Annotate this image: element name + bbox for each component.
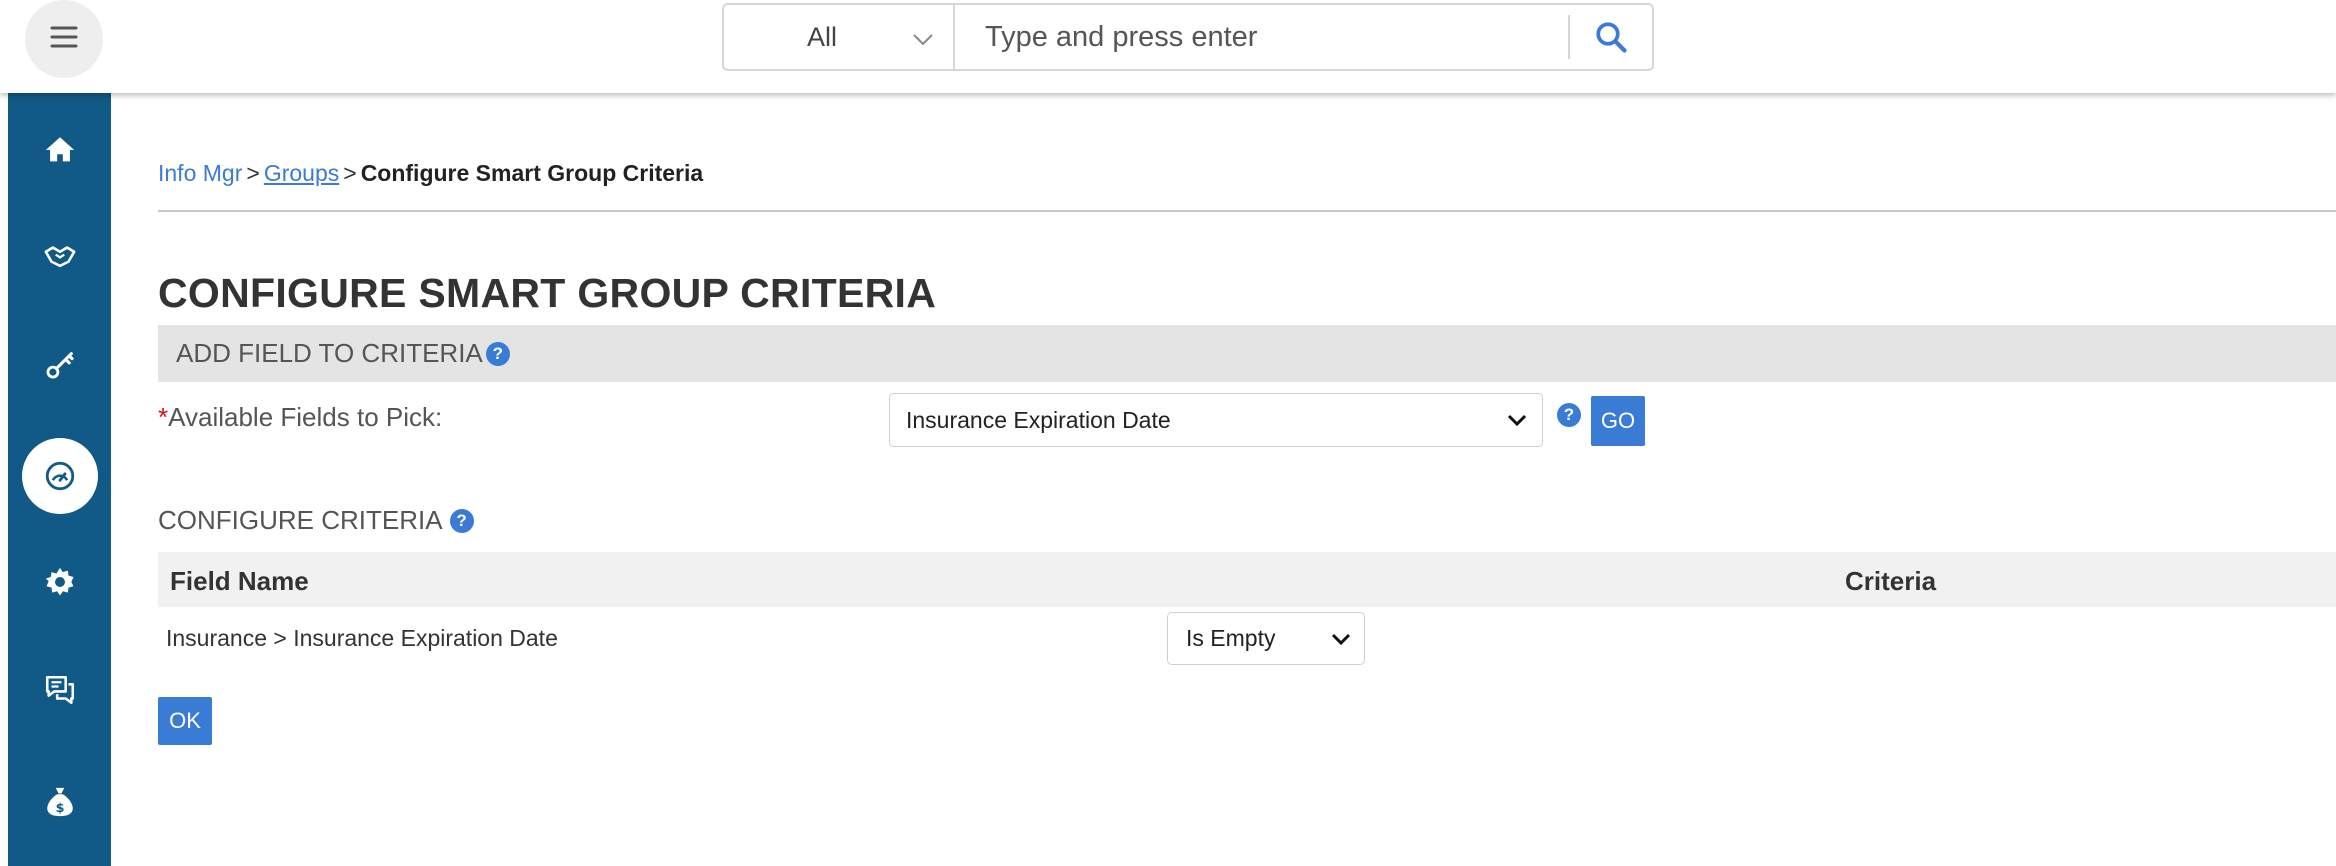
breadcrumb: Info Mgr > Groups > Configure Smart Group Cr… [158, 160, 703, 187]
sidebar-item-messages[interactable] [8, 650, 111, 730]
chevron-down-icon [1507, 414, 1527, 427]
handshake-icon [44, 246, 75, 268]
search-scope-value: All [807, 21, 838, 52]
search-placeholder: Type and press enter [985, 20, 1258, 53]
money-bag-icon: $ [46, 787, 73, 817]
available-fields-label-text: Available Fields to Pick: [168, 402, 443, 432]
column-header-criteria: Criteria [1845, 566, 1937, 596]
search-icon [1596, 22, 1627, 53]
page-title: CONFIGURE SMART GROUP CRITERIA [158, 270, 937, 316]
active-indicator [21, 438, 98, 514]
ok-button[interactable]: OK [158, 697, 212, 745]
search-input[interactable]: Type and press enter [955, 5, 1568, 69]
breadcrumb-current: Configure Smart Group Criteria [360, 160, 704, 186]
available-fields-value: Insurance Expiration Date [906, 406, 1171, 433]
add-field-section-header: ADD FIELD TO CRITERIA? [158, 325, 2336, 382]
sidebar-item-partners[interactable] [8, 216, 111, 296]
column-header-field-name: Field Name [170, 566, 309, 596]
sidebar-item-access[interactable] [8, 325, 111, 405]
sidebar-item-home[interactable] [8, 110, 111, 190]
sidebar-item-settings[interactable] [8, 542, 111, 622]
chevron-down-icon [1331, 633, 1351, 645]
breadcrumb-separator: > [343, 160, 357, 186]
configure-criteria-title-text: CONFIGURE CRITERIA [158, 505, 443, 535]
help-icon[interactable]: ? [1557, 403, 1581, 427]
hamburger-icon [46, 19, 82, 60]
criteria-table-header: Field Name Criteria [158, 552, 2336, 607]
add-field-section-title: ADD FIELD TO CRITERIA [176, 338, 483, 368]
breadcrumb-separator: > [246, 160, 260, 186]
required-marker: * [158, 402, 169, 432]
sidebar-item-finance[interactable]: $ [8, 762, 111, 842]
dashboard-icon [45, 461, 74, 491]
chat-icon [45, 675, 74, 705]
sidebar-nav: $ [8, 93, 111, 866]
divider [158, 210, 2336, 212]
home-icon [45, 137, 74, 162]
sidebar-item-dashboard[interactable] [8, 436, 111, 516]
menu-button[interactable] [25, 0, 103, 78]
available-fields-label: *Available Fields to Pick: [158, 402, 442, 433]
available-fields-select[interactable]: Insurance Expiration Date [889, 393, 1543, 447]
criteria-row-field: Insurance > Insurance Expiration Date [166, 625, 558, 651]
criteria-operator-select[interactable]: Is Empty [1167, 612, 1365, 665]
global-search: All Type and press enter [722, 3, 1654, 71]
key-icon [46, 352, 74, 379]
search-scope-select[interactable]: All [724, 5, 955, 69]
top-bar: All Type and press enter [0, 0, 2336, 93]
go-button[interactable]: GO [1591, 396, 1645, 446]
svg-text:$: $ [55, 801, 64, 816]
criteria-operator-value: Is Empty [1186, 625, 1276, 651]
help-icon[interactable]: ? [449, 508, 474, 533]
search-button[interactable] [1570, 5, 1652, 69]
configure-criteria-section-title: CONFIGURE CRITERIA? [158, 505, 474, 536]
breadcrumb-info-mgr[interactable]: Info Mgr [158, 160, 242, 186]
chevron-down-icon [913, 34, 933, 46]
breadcrumb-groups[interactable]: Groups [264, 160, 339, 186]
help-icon[interactable]: ? [485, 341, 510, 366]
gear-icon [45, 567, 73, 596]
